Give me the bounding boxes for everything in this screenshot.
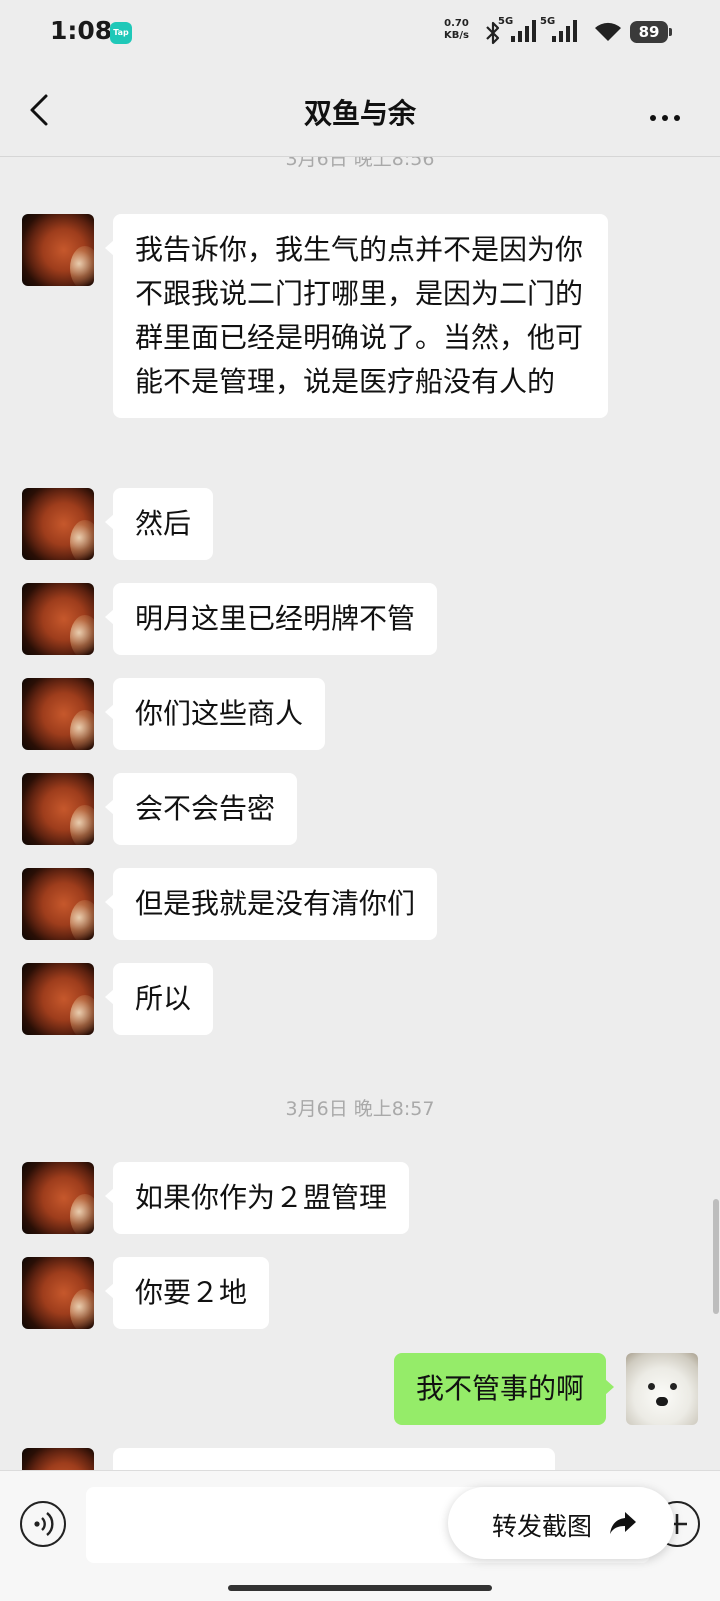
chat-messages[interactable]: 3月6日 晚上8:56 我告诉你，我生气的点并不是因为你不跟我说二门打哪里，是因…	[0, 156, 720, 1470]
message-bubble[interactable]: 你们这些商人	[104, 678, 326, 750]
contact-avatar[interactable]	[22, 488, 94, 560]
status-bar: 1:08 Tap 0.70 KB/s 5G 5G 89	[0, 0, 720, 66]
my-avatar[interactable]	[626, 1353, 698, 1425]
chat-title: 双鱼与余	[303, 97, 416, 130]
message-bubble-partial[interactable]	[113, 1448, 555, 1470]
contact-avatar[interactable]	[22, 583, 94, 655]
dot	[662, 115, 668, 121]
contact-avatar[interactable]	[22, 773, 94, 845]
forward-screenshot-button[interactable]: 转发截图	[448, 1487, 674, 1559]
dot	[650, 115, 656, 121]
forward-screenshot-label: 转发截图	[492, 1512, 593, 1541]
message-bubble[interactable]: 我告诉你，我生气的点并不是因为你不跟我说二门打哪里，是因为二门的群里面已经是明确…	[105, 214, 608, 418]
time-divider: 3月6日 晚上8:56	[285, 156, 435, 170]
contact-avatar[interactable]	[22, 678, 94, 750]
network-speed-unit: KB/s	[444, 30, 469, 41]
contact-avatar[interactable]	[22, 868, 94, 940]
message-bubble[interactable]: 但是我就是没有清你们	[104, 868, 438, 940]
contact-avatar[interactable]	[22, 1162, 94, 1234]
message-bubble[interactable]: 所以	[104, 963, 214, 1035]
contact-avatar[interactable]	[22, 1448, 94, 1470]
dog-eye	[648, 1383, 655, 1390]
scrollbar-thumb[interactable]	[713, 1199, 719, 1314]
signal-2-icon	[552, 20, 577, 42]
contact-avatar[interactable]	[22, 963, 94, 1035]
share-arrow-icon	[610, 1512, 636, 1534]
contact-avatar[interactable]	[22, 1257, 94, 1329]
status-time: 1:08	[50, 16, 113, 45]
battery-indicator: 89	[630, 21, 668, 43]
message-bubble[interactable]: 你要２地	[104, 1257, 270, 1329]
message-bubble[interactable]: 如果你作为２盟管理	[104, 1162, 410, 1234]
message-bubble[interactable]: 会不会告密	[104, 773, 298, 845]
my-message-bubble[interactable]: 我不管事的啊	[393, 1353, 615, 1425]
voice-waves	[34, 1512, 54, 1536]
wifi-icon	[595, 22, 621, 41]
message-bubble[interactable]: 然后	[104, 488, 214, 560]
dot	[674, 115, 680, 121]
battery-tip	[669, 28, 672, 36]
signal-1-icon	[511, 20, 536, 42]
dog-eye	[670, 1383, 677, 1390]
dog-nose	[656, 1397, 668, 1406]
home-indicator[interactable]	[228, 1585, 492, 1591]
contact-avatar[interactable]	[22, 214, 94, 286]
input-bar: 转发截图	[0, 1470, 720, 1601]
message-bubble[interactable]: 明月这里已经明牌不管	[104, 583, 438, 655]
network-speed: 0.70 KB/s	[444, 18, 469, 42]
time-divider: 3月6日 晚上8:57	[285, 1098, 435, 1120]
more-dots-icon[interactable]	[650, 106, 690, 121]
voice-icon[interactable]	[20, 1501, 66, 1547]
network-speed-value: 0.70	[444, 18, 469, 29]
chat-header: 双鱼与余	[0, 66, 720, 157]
tap-app-icon: Tap	[110, 22, 132, 44]
